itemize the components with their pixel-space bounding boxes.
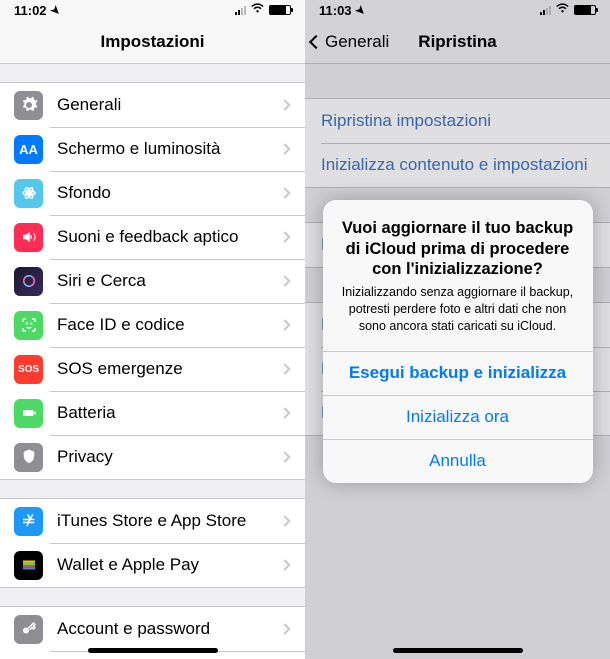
page-title: Impostazioni (101, 32, 205, 52)
key-icon (14, 615, 43, 644)
row-label: iTunes Store e App Store (57, 511, 281, 531)
chevron-right-icon (279, 99, 290, 110)
row-privacy[interactable]: Privacy (0, 435, 305, 479)
chevron-right-icon (279, 231, 290, 242)
battery-settings-icon (14, 399, 43, 428)
chevron-right-icon (279, 275, 290, 286)
reset-row[interactable]: Inizializza contenuto e impostazioni (305, 143, 610, 187)
appstore-icon (14, 507, 43, 536)
text-size-icon: AA (14, 135, 43, 164)
wifi-icon (250, 3, 265, 17)
reset-group-0: Ripristina impostazioni Inizializza cont… (305, 98, 610, 188)
chevron-right-icon (279, 623, 290, 634)
reset-label: Ripristina impostazioni (321, 111, 491, 131)
wallet-icon (14, 551, 43, 580)
home-indicator[interactable] (393, 648, 523, 653)
wallpaper-icon (14, 179, 43, 208)
privacy-icon (14, 443, 43, 472)
chevron-right-icon (279, 515, 290, 526)
alert-button-cancel[interactable]: Annulla (323, 439, 593, 483)
chevron-right-icon (279, 451, 290, 462)
status-time: 11:02 (14, 3, 47, 18)
sound-icon (14, 223, 43, 252)
status-bar: 11:02 ➤ (0, 0, 305, 20)
back-button[interactable]: Generali (311, 32, 389, 52)
battery-icon (574, 5, 596, 15)
faceid-icon (14, 311, 43, 340)
battery-icon (269, 5, 291, 15)
settings-group-0: Generali AA Schermo e luminosità Sfondo S… (0, 82, 305, 480)
row-appstore[interactable]: iTunes Store e App Store (0, 499, 305, 543)
status-bar: 11:03 ➤ (305, 0, 610, 20)
alert-message: Inizializzando senza aggiornare il backu… (339, 284, 577, 335)
page-title: Ripristina (418, 32, 496, 52)
nav-bar: Generali Ripristina (305, 20, 610, 64)
row-label: Privacy (57, 447, 281, 467)
row-label: Batteria (57, 403, 281, 423)
row-label: Account e password (57, 619, 281, 639)
status-time: 11:03 (319, 3, 352, 18)
chevron-right-icon (279, 407, 290, 418)
row-label: Sfondo (57, 183, 281, 203)
location-icon: ➤ (47, 2, 63, 18)
alert-title: Vuoi aggiornare il tuo backup di iCloud … (339, 218, 577, 280)
back-label: Generali (325, 32, 389, 52)
row-sos[interactable]: SOS SOS emergenze (0, 347, 305, 391)
nav-bar: Impostazioni (0, 20, 305, 64)
cell-signal-icon (235, 5, 246, 15)
row-account[interactable]: Account e password (0, 607, 305, 651)
alert-dialog: Vuoi aggiornare il tuo backup di iCloud … (323, 200, 593, 483)
row-label: Schermo e luminosità (57, 139, 281, 159)
row-batteria[interactable]: Batteria (0, 391, 305, 435)
row-sfondo[interactable]: Sfondo (0, 171, 305, 215)
row-siri[interactable]: Siri e Cerca (0, 259, 305, 303)
reset-label: Inizializza contenuto e impostazioni (321, 155, 587, 175)
row-wallet[interactable]: Wallet e Apple Pay (0, 543, 305, 587)
row-label: Face ID e codice (57, 315, 281, 335)
chevron-right-icon (279, 363, 290, 374)
row-label: Suoni e feedback aptico (57, 227, 281, 247)
row-suoni[interactable]: Suoni e feedback aptico (0, 215, 305, 259)
chevron-right-icon (279, 559, 290, 570)
alert-button-erase-now[interactable]: Inizializza ora (323, 395, 593, 439)
gear-icon (14, 91, 43, 120)
wifi-icon (555, 3, 570, 17)
alert-button-backup[interactable]: Esegui backup e inizializza (323, 351, 593, 395)
row-label: Siri e Cerca (57, 271, 281, 291)
row-label: Generali (57, 95, 281, 115)
home-indicator[interactable] (88, 648, 218, 653)
settings-group-1: iTunes Store e App Store Wallet e Apple … (0, 498, 305, 588)
row-generali[interactable]: Generali (0, 83, 305, 127)
row-schermo[interactable]: AA Schermo e luminosità (0, 127, 305, 171)
chevron-right-icon (279, 143, 290, 154)
reset-row[interactable]: Ripristina impostazioni (305, 99, 610, 143)
location-icon: ➤ (352, 2, 368, 18)
row-label: SOS emergenze (57, 359, 281, 379)
row-label: Wallet e Apple Pay (57, 555, 281, 575)
chevron-right-icon (279, 187, 290, 198)
cell-signal-icon (540, 5, 551, 15)
chevron-left-icon (309, 34, 323, 48)
chevron-right-icon (279, 319, 290, 330)
row-faceid[interactable]: Face ID e codice (0, 303, 305, 347)
siri-icon (14, 267, 43, 296)
sos-icon: SOS (14, 355, 43, 384)
